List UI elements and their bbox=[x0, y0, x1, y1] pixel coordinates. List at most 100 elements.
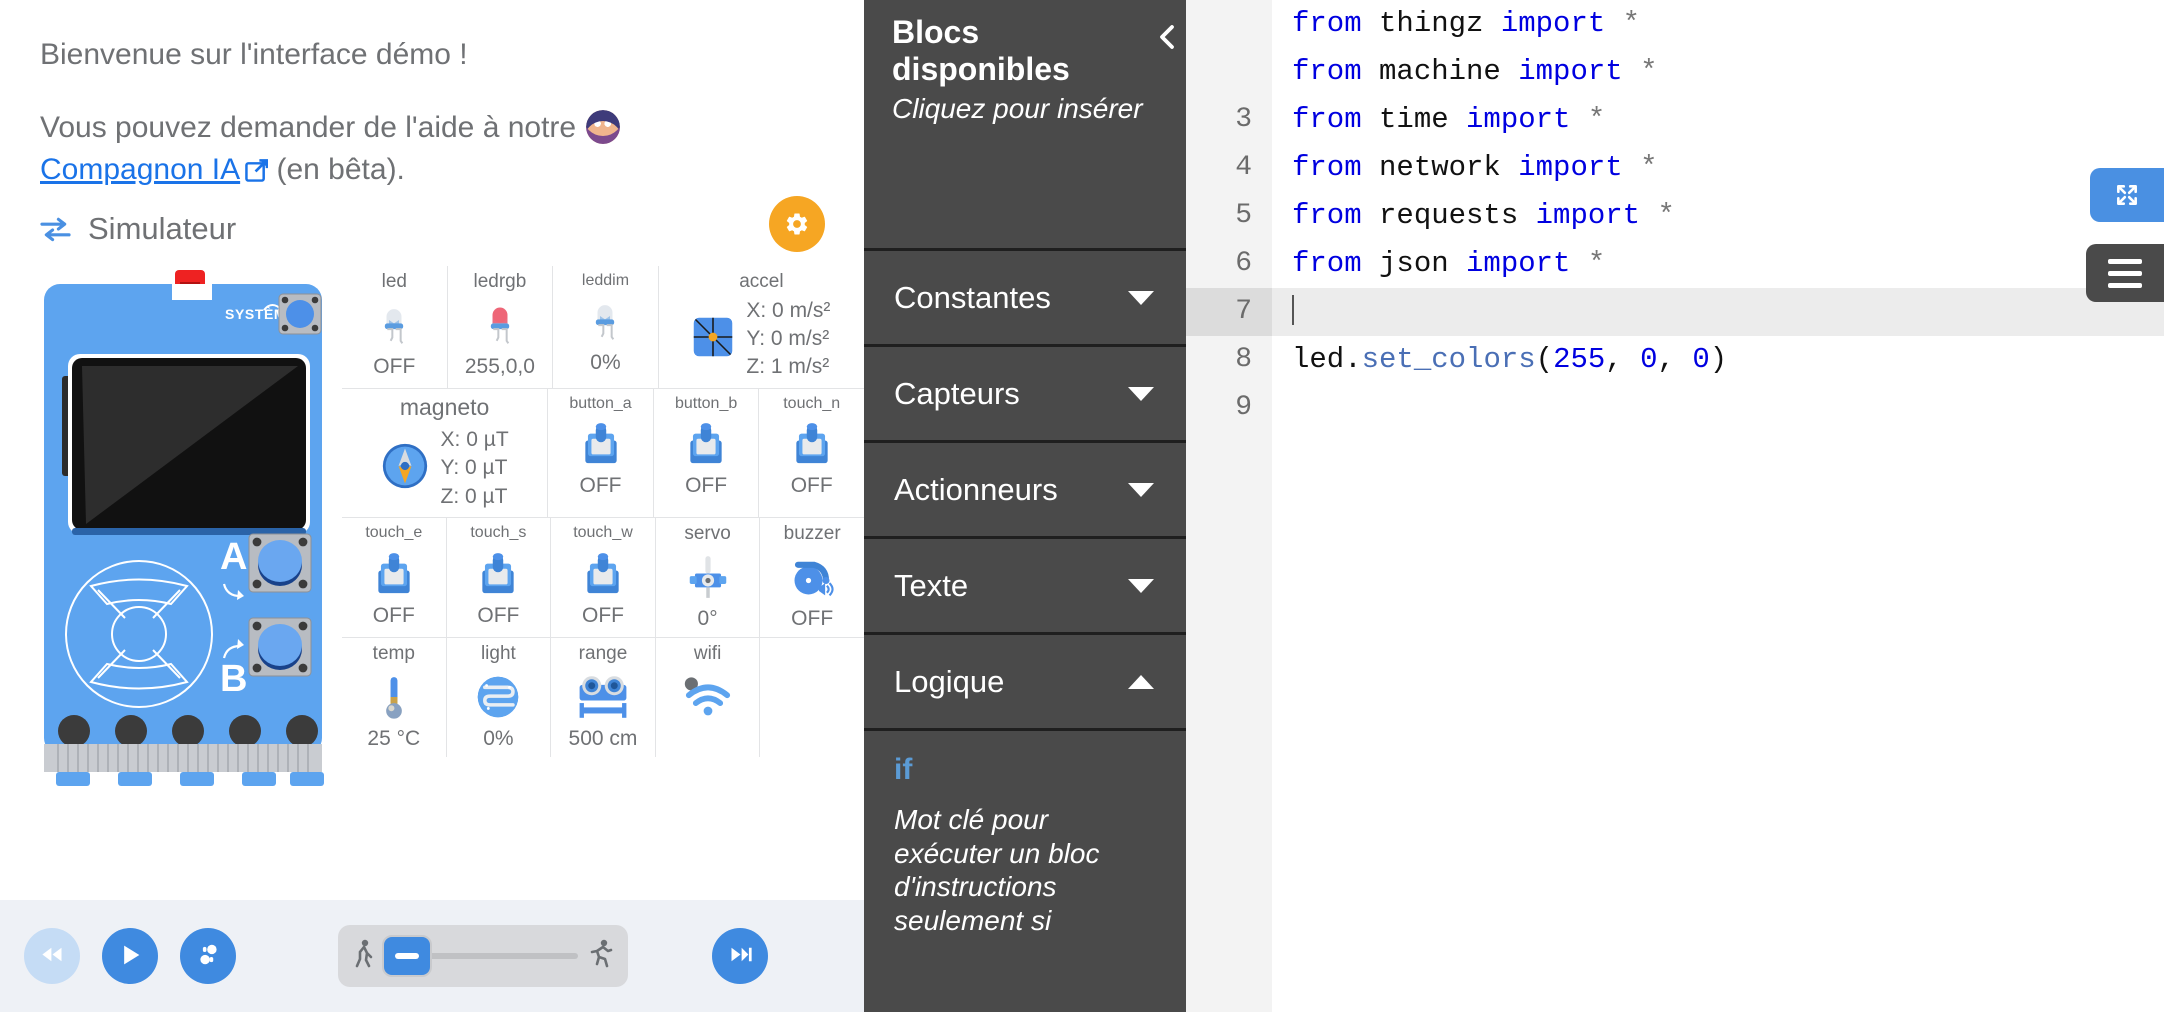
code-token: 0 bbox=[1640, 343, 1658, 376]
code-line-text: from network import * bbox=[1272, 144, 1657, 192]
led-icon bbox=[379, 297, 409, 353]
sensor-cell-touch-n[interactable]: touch_n OFF bbox=[758, 388, 864, 518]
code-line[interactable]: 7 bbox=[1186, 288, 2164, 336]
sensor-value: OFF bbox=[791, 606, 834, 630]
code-token: * bbox=[1657, 199, 1675, 232]
speed-track[interactable] bbox=[382, 935, 578, 977]
code-token: from bbox=[1292, 103, 1380, 136]
step-button[interactable] bbox=[180, 928, 236, 984]
sensor-cell-leddim[interactable]: leddim 0% bbox=[552, 265, 658, 388]
code-token: requests bbox=[1379, 199, 1536, 232]
block-category-constantes[interactable]: Constantes bbox=[864, 248, 1186, 344]
fast-forward-button[interactable] bbox=[712, 928, 768, 984]
step-icon bbox=[195, 941, 222, 971]
code-line-number: 3 bbox=[1186, 96, 1272, 144]
block-category-actionneurs[interactable]: Actionneurs bbox=[864, 440, 1186, 536]
speed-thumb[interactable] bbox=[382, 935, 432, 977]
accel-x: X: 0 m/s² bbox=[746, 298, 831, 322]
block-category-logique[interactable]: Logique bbox=[864, 632, 1186, 728]
sensor-cell-magneto[interactable]: magneto X: 0 µT Y: 0 µT Z: 0 µT bbox=[342, 389, 547, 517]
code-lines[interactable]: from thingz import * from machine import … bbox=[1186, 0, 2164, 432]
ai-companion-avatar bbox=[586, 109, 621, 144]
code-token: 0 bbox=[1692, 343, 1710, 376]
play-button[interactable] bbox=[102, 928, 158, 984]
compass-icon bbox=[381, 442, 429, 495]
gear-icon[interactable] bbox=[769, 195, 825, 252]
ai-companion-link-label: Compagnon IA bbox=[40, 153, 241, 187]
sensor-cell-buzzer[interactable]: buzzer OFF bbox=[759, 518, 864, 637]
rewind-button[interactable] bbox=[24, 928, 80, 984]
code-editor[interactable]: from thingz import * from machine import … bbox=[1186, 0, 2164, 1012]
code-line[interactable]: 6 from json import * bbox=[1186, 240, 2164, 288]
push-button-icon bbox=[478, 546, 518, 602]
speed-slider[interactable] bbox=[338, 925, 628, 987]
sensor-label: range bbox=[578, 642, 628, 664]
sensor-cell-light[interactable]: light 0% bbox=[445, 637, 551, 757]
code-line-text: from requests import * bbox=[1272, 192, 1675, 240]
device-illustration[interactable]: SYSTÈME A B bbox=[42, 266, 342, 796]
code-token: json bbox=[1379, 247, 1467, 280]
push-button-icon bbox=[583, 546, 623, 602]
intro-section: Bienvenue sur l'interface démo ! Vous po… bbox=[0, 0, 864, 192]
code-token: from bbox=[1292, 151, 1380, 184]
floating-action-buttons bbox=[2086, 168, 2164, 302]
sensor-label: ledrgb bbox=[473, 270, 527, 292]
block-category-label: Actionneurs bbox=[894, 471, 1058, 507]
hamburger-menu-icon[interactable] bbox=[2086, 244, 2164, 302]
code-line[interactable]: from machine import * bbox=[1186, 48, 2164, 96]
sensor-cell-wifi[interactable]: wifi bbox=[654, 637, 760, 757]
code-line[interactable]: 3 from time import * bbox=[1186, 96, 2164, 144]
code-line[interactable]: 4 from network import * bbox=[1186, 144, 2164, 192]
block-category-capteurs[interactable]: Capteurs bbox=[864, 344, 1186, 440]
sensor-cell-touch-w[interactable]: touch_w OFF bbox=[550, 518, 655, 637]
sensor-label: servo bbox=[684, 523, 731, 545]
code-token: * bbox=[1587, 247, 1606, 280]
block-item-if[interactable]: if Mot clé pour exécuter un bloc d'instr… bbox=[864, 728, 1186, 937]
code-line[interactable]: 5 from requests import * bbox=[1186, 192, 2164, 240]
chevron-down-icon bbox=[1128, 482, 1154, 497]
code-token: , bbox=[1605, 343, 1641, 376]
running-icon bbox=[588, 939, 614, 974]
ai-companion-link[interactable]: Compagnon IA bbox=[40, 152, 269, 187]
sensor-cell-range[interactable]: range 500 cm bbox=[550, 637, 655, 757]
code-line[interactable]: from thingz import * bbox=[1186, 0, 2164, 48]
sensor-value: 25 °C bbox=[367, 726, 421, 750]
chevron-left-icon[interactable] bbox=[1143, 8, 1186, 66]
sensor-cell-ledrgb[interactable]: ledrgb 255,0,0 bbox=[446, 265, 553, 388]
svg-text:B: B bbox=[220, 658, 247, 700]
code-token: from bbox=[1292, 199, 1380, 232]
sensor-cell-touch-e[interactable]: touch_e OFF bbox=[342, 518, 446, 637]
code-line[interactable]: 9 bbox=[1186, 384, 2164, 432]
code-line-number bbox=[1186, 48, 1272, 96]
help-text: Vous pouvez demander de l'aide à notre C… bbox=[40, 107, 824, 192]
code-line-text: from json import * bbox=[1272, 240, 1605, 288]
code-line-text: from time import * bbox=[1272, 96, 1605, 144]
code-token: machine bbox=[1379, 55, 1519, 88]
fullscreen-expand-icon[interactable] bbox=[2090, 168, 2164, 222]
block-category-label: Capteurs bbox=[894, 375, 1020, 411]
sensor-cell-accel[interactable]: accel X: 0 m/s² Y: 0 m/s² Z: 1 m/s² bbox=[657, 265, 864, 388]
sensor-cell-temp[interactable]: temp 25 °C bbox=[342, 638, 446, 757]
code-line[interactable]: 8 led.set_colors(255, 0, 0) bbox=[1186, 336, 2164, 384]
code-token: from bbox=[1292, 55, 1380, 88]
accel-y: Y: 0 m/s² bbox=[746, 327, 830, 351]
servo-icon bbox=[688, 549, 728, 605]
sensor-value: 0% bbox=[483, 726, 514, 750]
block-category-label: Constantes bbox=[894, 279, 1051, 315]
fast-forward-icon bbox=[727, 941, 754, 971]
playback-toolbar bbox=[0, 900, 864, 1012]
sensor-cell-empty bbox=[759, 637, 864, 757]
code-token: * bbox=[1640, 151, 1658, 184]
sensor-row: temp 25 °C light 0% range 500 cm wifi bbox=[342, 636, 864, 757]
sensor-label: leddim bbox=[581, 271, 630, 289]
sensor-cell-button-a[interactable]: button_a OFF bbox=[547, 388, 653, 518]
sensor-cell-led[interactable]: led OFF bbox=[342, 266, 447, 388]
sensor-cell-touch-s[interactable]: touch_s OFF bbox=[445, 518, 551, 637]
sensor-cell-button-b[interactable]: button_b OFF bbox=[652, 388, 759, 518]
magneto-axis-values: X: 0 µT Y: 0 µT Z: 0 µT bbox=[441, 426, 509, 511]
code-line-number: 9 bbox=[1186, 384, 1272, 432]
external-link-icon bbox=[245, 152, 269, 182]
walking-icon bbox=[352, 939, 376, 974]
sensor-cell-servo[interactable]: servo 0° bbox=[654, 518, 760, 637]
block-category-texte[interactable]: Texte bbox=[864, 536, 1186, 632]
